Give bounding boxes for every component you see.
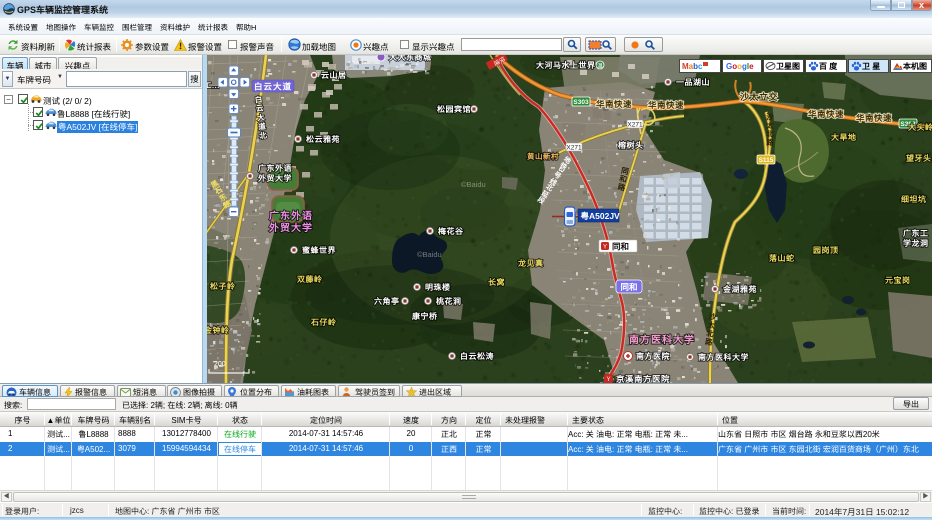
svg-text:S303: S303 bbox=[573, 99, 589, 106]
svg-text:金钟岭: 金钟岭 bbox=[204, 325, 230, 336]
svg-text:双藤岭: 双藤岭 bbox=[296, 274, 323, 285]
svg-text:©Baidu: ©Baidu bbox=[417, 250, 442, 259]
svg-text:桃花涧: 桃花涧 bbox=[436, 296, 462, 307]
svg-text:松子岭: 松子岭 bbox=[210, 281, 236, 292]
svg-text:Y: Y bbox=[606, 374, 610, 383]
svg-text:六角亭: 六角亭 bbox=[374, 296, 400, 307]
svg-text:长窝: 长窝 bbox=[488, 277, 505, 288]
svg-text:同和: 同和 bbox=[612, 241, 629, 253]
svg-text:榕树头: 榕树头 bbox=[617, 140, 644, 151]
svg-text:蜜蜂世界: 蜜蜂世界 bbox=[302, 245, 336, 256]
svg-text:S115: S115 bbox=[759, 157, 774, 164]
svg-text:华南快速: 华南快速 bbox=[648, 99, 684, 111]
svg-text:华南快速: 华南快速 bbox=[596, 98, 632, 110]
svg-text:松云雅苑: 松云雅苑 bbox=[306, 134, 340, 145]
svg-text:康宁桥: 康宁桥 bbox=[412, 311, 438, 322]
svg-text:外贸大学: 外贸大学 bbox=[268, 219, 313, 234]
svg-text:同和: 同和 bbox=[620, 281, 637, 293]
svg-text:粤A502JV: 粤A502JV bbox=[581, 211, 621, 221]
svg-text:石仔岭: 石仔岭 bbox=[310, 317, 337, 328]
svg-text:落山蛇: 落山蛇 bbox=[769, 253, 795, 264]
svg-text:X271: X271 bbox=[566, 145, 582, 152]
svg-text:南方医科大学: 南方医科大学 bbox=[698, 352, 749, 363]
svg-text:沙太北路: 沙太北路 bbox=[765, 112, 776, 146]
svg-text:大旱地: 大旱地 bbox=[831, 132, 857, 143]
svg-text:Y: Y bbox=[603, 242, 607, 251]
svg-text:白云松涛: 白云松涛 bbox=[460, 351, 494, 362]
svg-text:云山居: 云山居 bbox=[321, 70, 347, 81]
svg-text:松园宾馆: 松园宾馆 bbox=[437, 104, 471, 115]
svg-text:华南快速: 华南快速 bbox=[856, 112, 892, 124]
svg-text:白云大道: 白云大道 bbox=[254, 81, 292, 93]
svg-text:梅花谷: 梅花谷 bbox=[438, 226, 464, 237]
svg-text:大头岭: 大头岭 bbox=[908, 122, 932, 133]
svg-text:细坦坑: 细坦坑 bbox=[901, 194, 927, 205]
svg-text:金湖雅苑: 金湖雅苑 bbox=[722, 284, 757, 295]
svg-text:望牙头: 望牙头 bbox=[906, 153, 932, 164]
svg-text:X271: X271 bbox=[627, 122, 643, 129]
svg-text:外贸大学: 外贸大学 bbox=[257, 173, 292, 184]
svg-text:200: 200 bbox=[214, 361, 226, 368]
svg-text:一品湖山: 一品湖山 bbox=[676, 77, 710, 88]
svg-text:©Baidu: ©Baidu bbox=[461, 180, 486, 189]
svg-text:黄山新村: 黄山新村 bbox=[527, 151, 559, 162]
svg-text:华南快速: 华南快速 bbox=[808, 108, 844, 120]
svg-text:明珠楼: 明珠楼 bbox=[425, 282, 451, 293]
svg-text:沙太立交: 沙太立交 bbox=[740, 90, 778, 103]
svg-text:元宝岗: 元宝岗 bbox=[885, 275, 911, 286]
svg-text:龙见真: 龙见真 bbox=[517, 258, 544, 269]
svg-text:园岗顶: 园岗顶 bbox=[813, 245, 839, 256]
svg-text:南方医院: 南方医院 bbox=[636, 351, 670, 362]
svg-text:大大东商城: 大大东商城 bbox=[389, 55, 432, 63]
svg-text:京溪南方医院: 京溪南方医院 bbox=[616, 373, 670, 383]
svg-text:大河马水上世界: 大河马水上世界 bbox=[536, 60, 596, 71]
svg-text:温: 温 bbox=[597, 62, 603, 70]
svg-text:学龙洞: 学龙洞 bbox=[903, 238, 929, 249]
svg-text:南方医科大学: 南方医科大学 bbox=[629, 331, 695, 346]
